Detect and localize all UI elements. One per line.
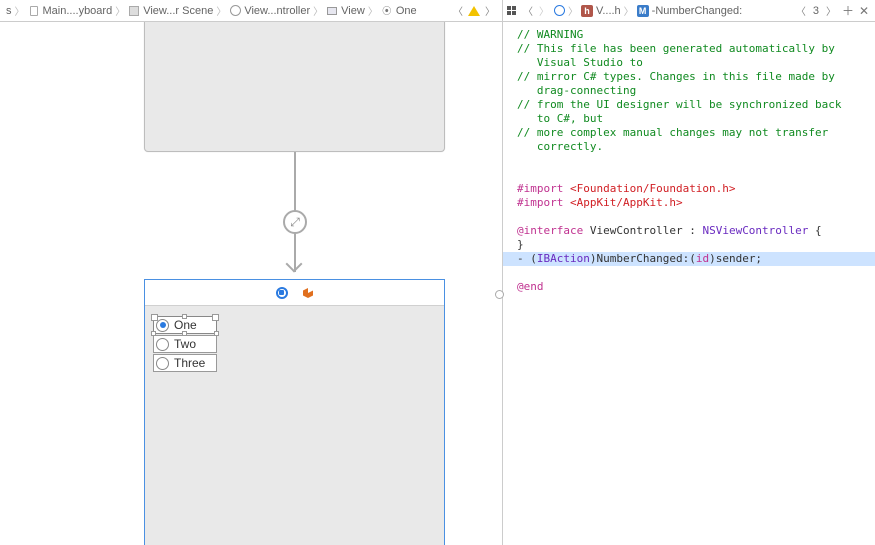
counterpart-next-button[interactable]: 〉 [823,3,839,18]
code-comment: Visual Studio to [517,56,643,69]
crumb-member-label: -NumberChanged: [652,5,743,17]
right-breadcrumb-bar: 〈 〉 〉 h V....h 〉 M -NumberChanged: 〈 3 〉… [503,0,875,22]
add-assistant-button[interactable]: ＋ [841,2,855,19]
crumb-related[interactable] [552,5,567,16]
code-comment: // WARNING [517,28,583,41]
related-items-icon [554,5,565,16]
left-breadcrumb-bar: s 〉 Main....yboard 〉 View...r Scene 〉 Vi… [0,0,502,22]
code-comment: to C#, but [517,112,603,125]
crumb-storyboard-label: Main....yboard [43,5,113,17]
code-import-kw: #import [517,182,563,195]
radio-indicator-off-icon [156,338,169,351]
scene-icon [128,5,140,17]
code-brace-open: { [808,224,821,237]
next-issue-button[interactable]: 〉 [482,3,498,18]
chevron-right-icon: 〉 [567,3,579,18]
view-icon [326,5,338,17]
chevron-right-icon: 〉 [312,3,324,18]
crumb-storyboard[interactable]: Main....yboard [26,5,115,17]
code-end-kw: @end [517,280,544,293]
warning-icon[interactable] [468,6,480,16]
code-comment: // more complex manual changes may not t… [517,126,828,139]
crumb-viewcontroller-label: View...ntroller [244,5,310,17]
crumb-root[interactable]: s [4,5,14,17]
code-action-prefix: - ( [517,252,537,265]
counterpart-prev-button[interactable]: 〈 [793,3,809,18]
counterpart-counter: 3 [811,5,821,17]
code-comment: // This file has been generated automati… [517,42,835,55]
viewcontroller-header[interactable] [145,280,444,306]
circle-icon [229,5,241,17]
code-import-value: <Foundation/Foundation.h> [563,182,735,195]
radio-two[interactable]: Two [153,335,217,353]
connection-gutter-dot-icon[interactable] [495,290,504,299]
chevron-right-icon: 〉 [114,3,126,18]
code-brace-close: } [517,238,524,251]
close-assistant-button[interactable]: ✕ [857,4,871,18]
radio-group[interactable]: One Two Three [153,316,217,373]
code-editor[interactable]: // WARNING // This file has been generat… [503,22,875,545]
segue-node-icon[interactable]: ⤢ [283,210,307,234]
code-ibaction-kw: IBAction [537,252,590,265]
nav-forward-button[interactable]: 〉 [536,3,552,18]
radio-three[interactable]: Three [153,354,217,372]
header-file-icon: h [581,5,593,17]
code-id-kw: id [696,252,709,265]
radio-one-label: One [174,318,197,332]
radio-indicator-off-icon [156,357,169,370]
code-action-name: )NumberChanged:( [590,252,696,265]
crumb-view[interactable]: View [324,5,367,17]
crumb-one[interactable]: ⦿ One [379,5,419,17]
crumb-member[interactable]: M -NumberChanged: [635,5,745,17]
nav-back-button[interactable]: 〈 [520,3,536,18]
crumb-scene[interactable]: View...r Scene [126,5,215,17]
chevron-right-icon: 〉 [623,3,635,18]
chevron-right-icon: 〉 [367,3,379,18]
lower-viewcontroller-card[interactable]: One Two Three [144,279,445,545]
upper-viewcontroller-card[interactable] [144,22,445,152]
prev-issue-button[interactable]: 〈 [450,3,466,18]
crumb-root-label: s [6,5,12,17]
code-comment: drag-connecting [517,84,636,97]
radio-two-label: Two [174,337,196,351]
code-import-value: <AppKit/AppKit.h> [563,196,682,209]
method-icon: M [637,5,649,17]
interface-builder-canvas[interactable]: ⤢ One Two [0,22,502,545]
stop-icon[interactable] [276,287,288,299]
code-import-kw: #import [517,196,563,209]
crumb-header-file-label: V....h [596,5,621,17]
radio-three-label: Three [174,356,205,370]
code-classname: ViewController : [583,224,702,237]
document-icon [28,5,40,17]
crumb-scene-label: View...r Scene [143,5,213,17]
code-superclass: NSViewController [702,224,808,237]
chevron-down-icon [288,258,302,272]
crumb-viewcontroller[interactable]: View...ntroller [227,5,312,17]
crumb-header-file[interactable]: h V....h [579,5,623,17]
chevron-right-icon: 〉 [14,3,26,18]
code-comment: // mirror C# types. Changes in this file… [517,70,835,83]
first-responder-icon[interactable] [302,287,314,299]
radio-indicator-on-icon [156,319,169,332]
code-interface-kw: @interface [517,224,583,237]
four-square-icon[interactable] [507,6,516,15]
chevron-right-icon: 〉 [215,3,227,18]
radio-group-icon: ⦿ [381,5,393,17]
code-action-suffix: )sender; [709,252,762,265]
crumb-one-label: One [396,5,417,17]
code-comment: // from the UI designer will be synchron… [517,98,842,111]
crumb-view-label: View [341,5,365,17]
radio-one[interactable]: One [153,316,217,334]
code-comment: correctly. [517,140,603,153]
